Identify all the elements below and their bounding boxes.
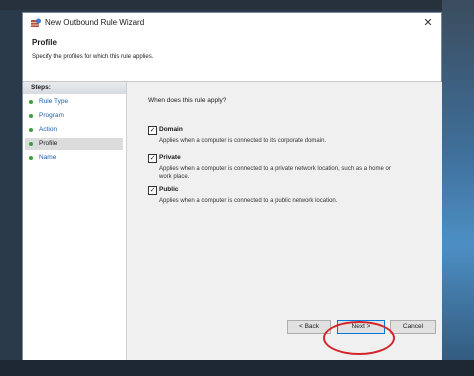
desktop-background-top bbox=[0, 0, 474, 10]
wizard-window: New Outbound Rule Wizard ✕ Profile Speci… bbox=[22, 12, 442, 360]
private-description: Applies when a computer is connected to … bbox=[159, 166, 391, 180]
public-label[interactable]: Public bbox=[159, 186, 179, 193]
title-bar[interactable]: New Outbound Rule Wizard ✕ bbox=[23, 13, 441, 33]
public-checkbox[interactable]: ✓ bbox=[148, 186, 157, 195]
firewall-app-icon bbox=[31, 18, 41, 27]
step-name[interactable]: Name bbox=[25, 152, 123, 164]
steps-header: Steps: bbox=[23, 82, 126, 94]
step-label: Action bbox=[39, 126, 58, 133]
private-label[interactable]: Private bbox=[159, 154, 181, 161]
step-program[interactable]: Program bbox=[25, 110, 123, 122]
public-description: Applies when a computer is connected to … bbox=[159, 198, 338, 204]
step-current-icon bbox=[29, 142, 33, 146]
step-label: Rule Type bbox=[39, 98, 69, 105]
domain-checkbox[interactable]: ✓ bbox=[148, 126, 157, 135]
private-checkbox[interactable]: ✓ bbox=[148, 154, 157, 163]
cancel-button[interactable]: Cancel bbox=[390, 320, 436, 334]
step-label: Name bbox=[39, 154, 57, 161]
step-rule-type[interactable]: Rule Type bbox=[25, 96, 123, 108]
domain-label[interactable]: Domain bbox=[159, 126, 183, 133]
content-pane: When does this rule apply? ✓ Domain Appl… bbox=[127, 82, 442, 360]
close-button[interactable]: ✕ bbox=[421, 16, 435, 30]
step-action[interactable]: Action bbox=[25, 124, 123, 136]
steps-pane: Steps: Rule Type Program Action Profile … bbox=[23, 82, 127, 360]
page-title: Profile bbox=[32, 38, 57, 47]
step-complete-icon bbox=[29, 128, 33, 132]
step-complete-icon bbox=[29, 156, 33, 160]
desktop-background bbox=[442, 0, 474, 376]
close-icon: ✕ bbox=[423, 17, 433, 29]
step-label: Program bbox=[39, 112, 64, 119]
step-complete-icon bbox=[29, 114, 33, 118]
window-title: New Outbound Rule Wizard bbox=[45, 18, 145, 27]
desktop-background-bottom bbox=[0, 360, 474, 376]
step-label: Profile bbox=[39, 140, 58, 147]
page-description: Specify the profiles for which this rule… bbox=[32, 54, 154, 60]
step-complete-icon bbox=[29, 100, 33, 104]
step-profile[interactable]: Profile bbox=[25, 138, 123, 150]
domain-description: Applies when a computer is connected to … bbox=[159, 138, 327, 144]
annotation-highlight-oval bbox=[323, 321, 395, 355]
steps-label: Steps: bbox=[31, 84, 51, 91]
question-label: When does this rule apply? bbox=[148, 97, 227, 104]
